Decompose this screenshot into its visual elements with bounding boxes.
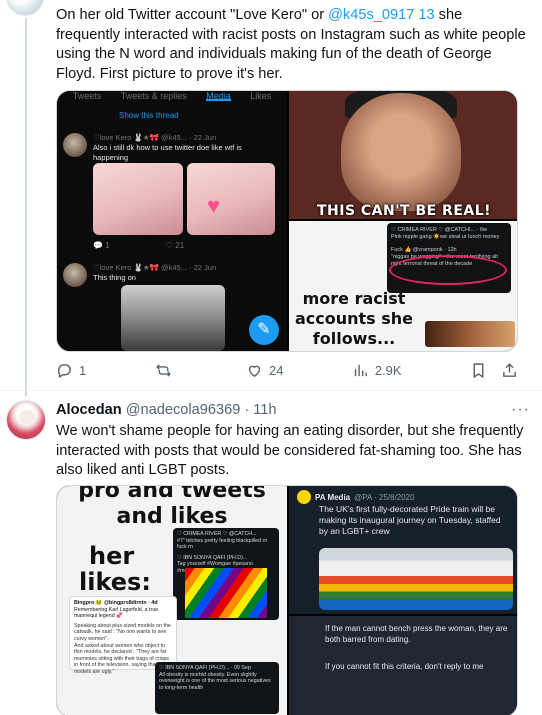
quote-line: If the man cannot bench press the woman,… xyxy=(325,624,508,644)
divider xyxy=(0,390,542,391)
accounts-caption: more racist accounts she follows... xyxy=(294,289,414,348)
views-count: 2.9K xyxy=(374,362,402,378)
highlight-circle xyxy=(389,255,507,285)
screenshot-line: ♡ CRIMEA RIVER ♡ @CATCHI... · 6w xyxy=(391,227,488,233)
screenshot-line: Pink nipple gang ☀️we steal ur lunch mon… xyxy=(391,234,500,240)
action-group xyxy=(470,360,518,380)
screenshot-line: ♡ IBN SONYA QAFI (PH.D)... · 09 Sep xyxy=(159,665,251,671)
tab-replies: Tweets & replies xyxy=(120,91,187,101)
meme-face xyxy=(341,93,461,211)
embedded-screenshot: Bingpro 🐸 @bingpro8dirntn · 4d Rememberi… xyxy=(69,596,177,675)
pride-graphic xyxy=(185,568,267,618)
reply-button[interactable]: 1 xyxy=(56,360,86,380)
meme-caption: THIS CAN'T BE REAL! xyxy=(316,203,492,219)
screenshot-line: #7" bitches pretty feeling blackpilled r… xyxy=(177,537,268,551)
like-button[interactable]: 24 xyxy=(246,360,283,380)
avatar xyxy=(63,133,87,157)
tab-media: Media xyxy=(206,91,231,101)
tweet-header: Alocedan @nadecola96369 · 11h ··· xyxy=(56,401,530,419)
pa-name: PA Media xyxy=(315,492,351,502)
like-count: 24 xyxy=(268,362,284,378)
bookmark-icon[interactable] xyxy=(470,362,487,379)
views-icon xyxy=(354,364,367,376)
screenshot-line: ♡ CRIMEA RIVER ♡ @CATCH... xyxy=(177,531,257,537)
embedded-photo xyxy=(93,163,183,235)
compose-icon: ✎ xyxy=(249,315,279,345)
separator: · xyxy=(244,402,250,418)
pa-meta: @PA · 25/8/2020 xyxy=(354,492,415,502)
screenshot-line: Remembering Karl Lagerfeld, a true manne… xyxy=(74,606,159,620)
media-image-accounts[interactable]: more racist accounts she follows... ♡ CR… xyxy=(289,221,517,351)
embedded-actions: 💬 1 ♡ 21 xyxy=(93,241,184,250)
user-handle[interactable]: @nadecola96369 xyxy=(126,402,241,418)
media-image-quote[interactable]: If the man cannot bench press the woman,… xyxy=(289,616,517,715)
retweet-button[interactable] xyxy=(155,360,178,380)
share-icon[interactable] xyxy=(501,362,518,379)
embedded-photo xyxy=(121,285,225,351)
mention-link[interactable]: @k45s_0917 13 xyxy=(328,7,435,23)
embedded-post-text: This thing on xyxy=(93,273,136,282)
embedded-screenshot: ♡ IBN SONYA QAFI (PH.D)... · 09 Sep All … xyxy=(155,662,279,714)
likes-word: likes: xyxy=(79,568,151,596)
show-thread: Show this thread xyxy=(119,111,179,120)
media-image-likes[interactable]: pro and tweets and likes her likes: ♡ CR… xyxy=(57,486,287,715)
embedded-post-text: Also i still dk how to use twitter doe l… xyxy=(93,143,242,162)
heart-icon: ♥ xyxy=(207,193,221,218)
like-icon: ♡ xyxy=(165,241,174,250)
embedded-screenshot: ♡ CRIMEA RIVER ♡ @CATCHI... · 6w Pink ni… xyxy=(387,223,511,293)
embedded-like-count: 21 xyxy=(175,241,185,250)
media-image-meme[interactable]: THIS CAN'T BE REAL! xyxy=(289,91,517,219)
embedded-post: ♡love Kero 🐰★🎀 @k45... · 22 Jun This thi… xyxy=(93,263,273,283)
reply-count: 1 xyxy=(79,362,87,378)
avatar xyxy=(63,263,87,287)
tweet-text: We won't shame people for having an eati… xyxy=(56,423,524,478)
screenshot-line: Bingpro 🐸 @bingpro8dirntn · 4d xyxy=(74,600,158,606)
pa-header: PA Media @PA · 25/8/2020 xyxy=(297,490,415,504)
likes-title: pro and tweets and likes xyxy=(78,486,266,529)
media-image-pa-media[interactable]: PA Media @PA · 25/8/2020 The UK's first … xyxy=(289,486,517,614)
embedded-photo xyxy=(187,163,275,235)
tweet-text: On her old Twitter account "Love Kero" o… xyxy=(56,6,528,84)
media-image-timeline[interactable]: Tweets Tweets & replies Media Likes Show… xyxy=(57,91,287,351)
thread-line xyxy=(25,18,27,396)
retweet-icon xyxy=(155,363,171,377)
pa-text: The UK's first fully-decorated Pride tra… xyxy=(319,504,501,536)
media-grid: pro and tweets and likes her likes: ♡ CR… xyxy=(56,485,518,715)
pa-logo-icon xyxy=(297,490,311,504)
tweet-actions: 1 24 2.9K xyxy=(56,360,518,380)
screenshot-line: Speaking about plus-sized models on the … xyxy=(74,622,171,642)
pride-train-photo xyxy=(319,548,513,610)
views-button[interactable]: 2.9K xyxy=(352,360,402,380)
avatar[interactable] xyxy=(6,400,46,440)
embedded-post: ♡love Kero 🐰★🎀 @k45... · 22 Jun Also i s… xyxy=(93,133,273,163)
avatar[interactable] xyxy=(6,0,44,16)
media-grid: Tweets Tweets & replies Media Likes Show… xyxy=(56,90,518,352)
embedded-post-user: ♡love Kero 🐰★🎀 @k45... · 22 Jun xyxy=(93,133,217,142)
her-word: her xyxy=(89,542,135,570)
embedded-reply-count: 1 xyxy=(105,241,110,250)
profile-tabs: Tweets Tweets & replies Media Likes xyxy=(57,91,287,101)
tab-tweets: Tweets xyxy=(72,91,102,101)
more-icon[interactable]: ··· xyxy=(511,401,530,419)
screenshot-line: All obesity is morbid obesity. Even slig… xyxy=(159,671,271,691)
quote-line: If you cannot fit this criteria, don't r… xyxy=(325,662,484,671)
avatar-face xyxy=(19,410,35,424)
reply-icon: 💬 xyxy=(93,241,103,250)
screenshot-line: ♡ IBN SONYA QAFI (PH.D)... xyxy=(177,554,248,561)
tab-likes: Likes xyxy=(250,91,272,101)
screenshot-line: Fuck 👍 @cramponk · 12h xyxy=(391,247,457,253)
tweet-text-part: On her old Twitter account "Love Kero" o… xyxy=(56,7,329,23)
timestamp[interactable]: 11h xyxy=(253,402,276,418)
reply-icon xyxy=(57,363,71,378)
embedded-photo xyxy=(425,321,515,347)
like-icon xyxy=(248,365,261,377)
embedded-post-user: ♡love Kero 🐰★🎀 @k45... · 22 Jun xyxy=(93,263,217,272)
display-name[interactable]: Alocedan xyxy=(56,402,122,418)
